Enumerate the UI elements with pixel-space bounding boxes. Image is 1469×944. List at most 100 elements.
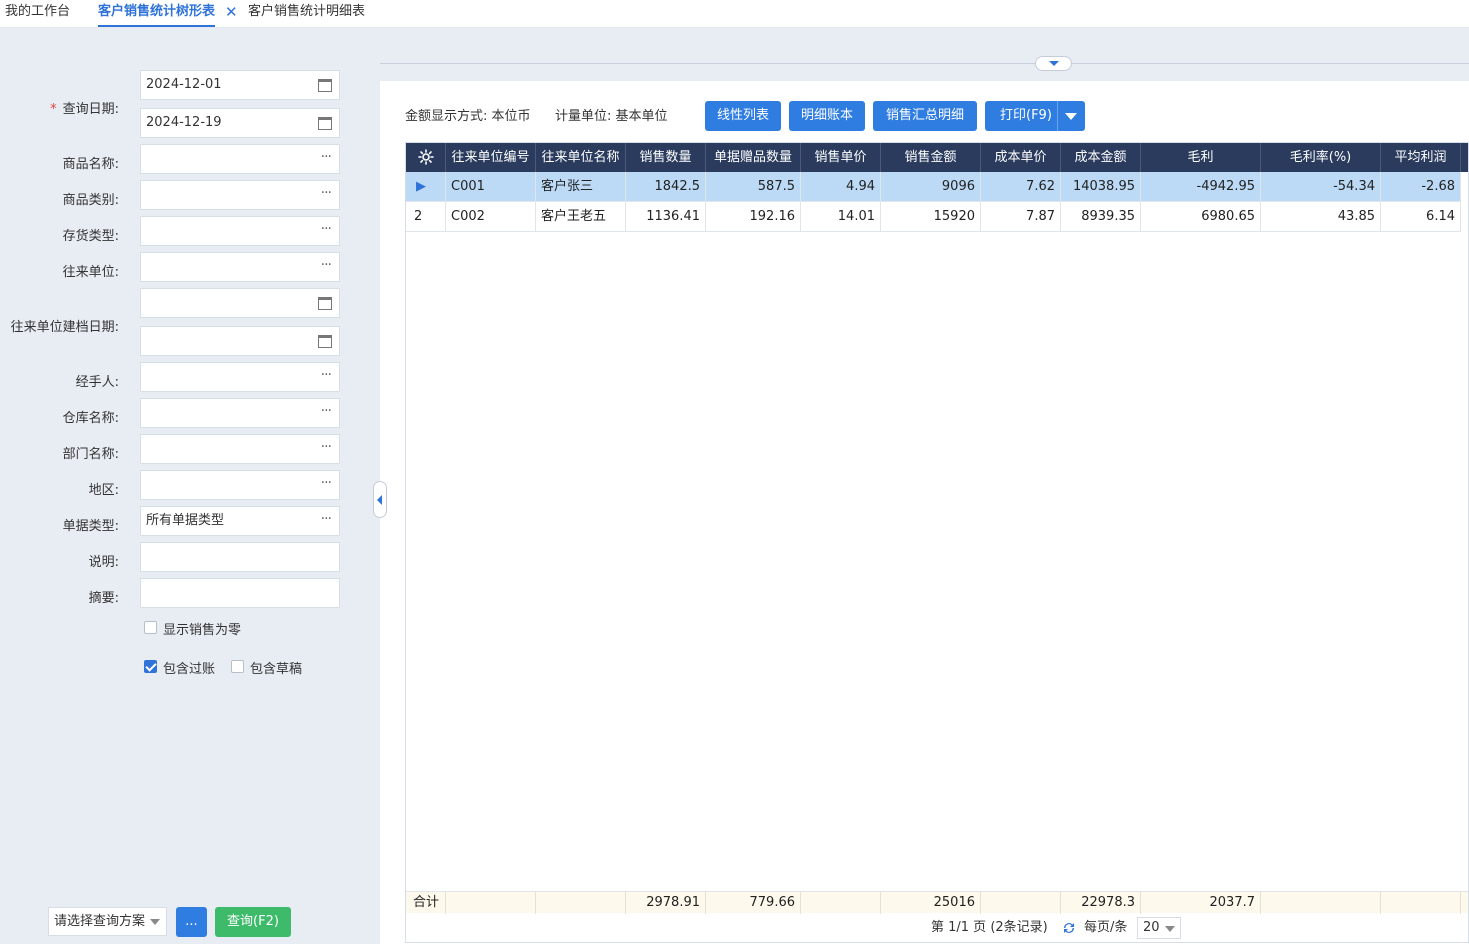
- product-category-label: 商品类别:: [62, 193, 119, 208]
- refresh-icon[interactable]: [1061, 921, 1077, 935]
- partner-field[interactable]: ···: [140, 252, 340, 282]
- total-sales-qty: 2978.91: [626, 892, 706, 914]
- page-size-select[interactable]: 20: [1137, 917, 1181, 939]
- more-icon[interactable]: ···: [321, 363, 332, 387]
- table-row[interactable]: 2 C002 客户王老五 1136.41 192.16 14.01 15920 …: [406, 202, 1461, 232]
- required-icon: *: [50, 102, 57, 117]
- query-scheme-select[interactable]: 请选择查询方案: [48, 907, 167, 936]
- cell-cost-price: 7.87: [981, 202, 1061, 232]
- collapse-filter-toggle[interactable]: [373, 481, 387, 518]
- row-pointer-icon: ▶: [406, 172, 446, 202]
- doc-type-field[interactable]: 所有单据类型 ···: [140, 506, 340, 536]
- close-icon[interactable]: ✕: [225, 3, 238, 21]
- col-sales-qty[interactable]: 销售数量: [626, 143, 706, 172]
- date-to-value: 2024-12-19: [146, 115, 222, 130]
- more-icon[interactable]: ···: [321, 253, 332, 277]
- more-icon[interactable]: ···: [321, 217, 332, 241]
- more-icon[interactable]: ···: [321, 181, 332, 205]
- show-zero-checkbox[interactable]: [144, 621, 157, 634]
- more-icon[interactable]: ···: [321, 145, 332, 169]
- col-sales-price[interactable]: 销售单价: [801, 143, 881, 172]
- date-to-field[interactable]: 2024-12-19: [140, 108, 340, 138]
- product-name-field[interactable]: ···: [140, 144, 340, 174]
- col-avg-profit[interactable]: 平均利润: [1381, 143, 1461, 172]
- cell-sales-amount: 9096: [881, 172, 981, 202]
- cell-partner-code: C001: [446, 172, 536, 202]
- page-size-value: 20: [1143, 920, 1160, 935]
- stock-type-label: 存货类型:: [62, 229, 119, 244]
- include-posted-checkbox[interactable]: [144, 660, 157, 673]
- chevron-down-icon: [1165, 926, 1175, 932]
- product-category-field[interactable]: ···: [140, 180, 340, 210]
- sales-summary-detail-button[interactable]: 销售汇总明细: [873, 101, 977, 131]
- partner-created-to-field[interactable]: [140, 326, 340, 356]
- tab-customer-sales-detail[interactable]: 客户销售统计明细表: [248, 0, 365, 28]
- per-page-label: 每页/条: [1084, 920, 1128, 935]
- total-cell: [981, 892, 1061, 914]
- product-name-label: 商品名称:: [62, 157, 119, 172]
- query-date-label-text: 查询日期:: [62, 102, 119, 117]
- partner-created-label: 往来单位建档日期:: [10, 320, 119, 335]
- partner-created-from-field[interactable]: [140, 288, 340, 318]
- table-header: 往来单位编号 往来单位名称 销售数量 单据赠品数量 销售单价 销售金额 成本单价…: [406, 143, 1468, 172]
- col-gross-profit[interactable]: 毛利: [1141, 143, 1261, 172]
- col-gross-margin[interactable]: 毛利率(%): [1261, 143, 1381, 172]
- divider: [1057, 101, 1058, 131]
- cell-cost-amount: 8939.35: [1061, 202, 1141, 232]
- region-label: 地区:: [88, 483, 119, 498]
- col-sales-amount[interactable]: 销售金额: [881, 143, 981, 172]
- col-partner-name[interactable]: 往来单位名称: [536, 143, 626, 172]
- column-settings[interactable]: [406, 143, 446, 172]
- more-icon[interactable]: ···: [321, 507, 332, 531]
- calendar-icon[interactable]: [318, 79, 332, 92]
- cell-sales-price: 4.94: [801, 172, 881, 202]
- total-cell: [1381, 892, 1461, 914]
- region-field[interactable]: ···: [140, 470, 340, 500]
- cell-gross-profit: -4942.95: [1141, 172, 1261, 202]
- include-draft-checkbox[interactable]: [231, 660, 244, 673]
- query-date-label: * 查询日期:: [50, 98, 119, 117]
- col-cost-price[interactable]: 成本单价: [981, 143, 1061, 172]
- partner-label: 往来单位:: [62, 265, 119, 280]
- col-cost-amount[interactable]: 成本金额: [1061, 143, 1141, 172]
- stock-type-field[interactable]: ···: [140, 216, 340, 246]
- show-zero-label: 显示销售为零: [163, 623, 242, 638]
- tab-customer-sales-tree[interactable]: 客户销售统计树形表: [98, 0, 216, 27]
- tab-workbench[interactable]: 我的工作台: [5, 0, 70, 28]
- linear-list-button[interactable]: 线性列表: [705, 101, 781, 131]
- cell-sales-amount: 15920: [881, 202, 981, 232]
- col-partner-code[interactable]: 往来单位编号: [446, 143, 536, 172]
- calendar-icon[interactable]: [318, 297, 332, 310]
- totals-label: 合计: [406, 892, 446, 914]
- handler-field[interactable]: ···: [140, 362, 340, 392]
- warehouse-field[interactable]: ···: [140, 398, 340, 428]
- note-field[interactable]: [140, 542, 340, 572]
- calendar-icon[interactable]: [318, 117, 332, 130]
- more-icon[interactable]: ···: [321, 435, 332, 459]
- summary-field[interactable]: [140, 578, 340, 608]
- unit-display-text: 计量单位: 基本单位: [555, 109, 668, 124]
- chevron-down-icon: [150, 919, 160, 925]
- chevron-down-icon[interactable]: [1065, 113, 1077, 120]
- report-table: 往来单位编号 往来单位名称 销售数量 单据赠品数量 销售单价 销售金额 成本单价…: [405, 142, 1469, 943]
- print-label: 打印(F9): [1000, 108, 1052, 123]
- cell-cost-amount: 14038.95: [1061, 172, 1141, 202]
- more-icon[interactable]: ···: [321, 399, 332, 423]
- date-from-field[interactable]: 2024-12-01: [140, 70, 340, 100]
- handler-label: 经手人:: [75, 375, 119, 390]
- query-button[interactable]: 查询(F2): [215, 907, 291, 937]
- scheme-more-button[interactable]: ...: [176, 907, 207, 937]
- calendar-icon[interactable]: [318, 335, 332, 348]
- more-icon[interactable]: ···: [321, 471, 332, 495]
- cell-sales-price: 14.01: [801, 202, 881, 232]
- expand-top-toggle[interactable]: [1035, 56, 1072, 71]
- department-field[interactable]: ···: [140, 434, 340, 464]
- cell-row-index: 2: [406, 202, 446, 232]
- col-gift-qty[interactable]: 单据赠品数量: [706, 143, 801, 172]
- table-row[interactable]: ▶ C001 客户张三 1842.5 587.5 4.94 9096 7.62 …: [406, 172, 1461, 202]
- gear-icon[interactable]: [417, 149, 434, 165]
- doc-type-label: 单据类型:: [62, 519, 119, 534]
- detail-ledger-button[interactable]: 明细账本: [789, 101, 865, 131]
- cell-partner-name: 客户王老五: [536, 202, 626, 232]
- totals-row: 合计 2978.91 779.66 25016 22978.3 2037.7: [406, 891, 1468, 914]
